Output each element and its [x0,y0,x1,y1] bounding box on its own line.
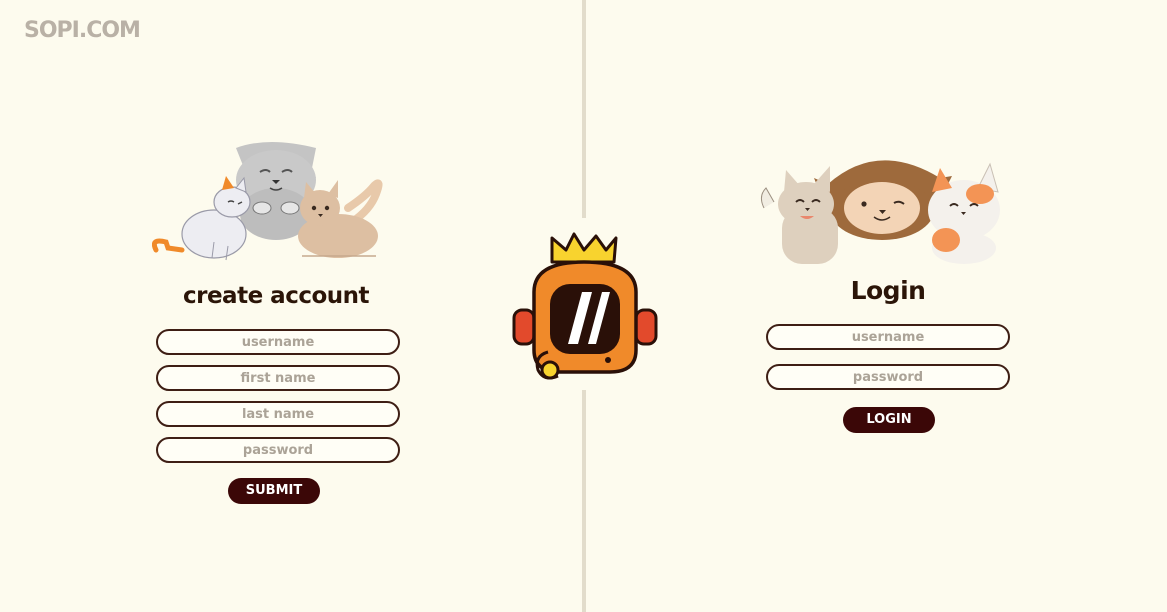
login-password-input[interactable] [766,364,1010,390]
signup-password-input[interactable] [156,437,400,463]
signup-last-name-input[interactable] [156,401,400,427]
login-title: Login [850,276,926,305]
brand-logo[interactable]: SOPI.COM [24,18,141,43]
cats-waving-illustration [760,160,1000,264]
signup-first-name-input[interactable] [156,365,400,391]
login-button[interactable]: LOGIN [843,407,935,433]
submit-button[interactable]: SUBMIT [228,478,320,504]
cats-group-illustration [152,142,383,261]
crowned-robot-icon [512,232,658,380]
create-account-title: create account [182,283,370,309]
login-username-input[interactable] [766,324,1010,350]
signup-username-input[interactable] [156,329,400,355]
